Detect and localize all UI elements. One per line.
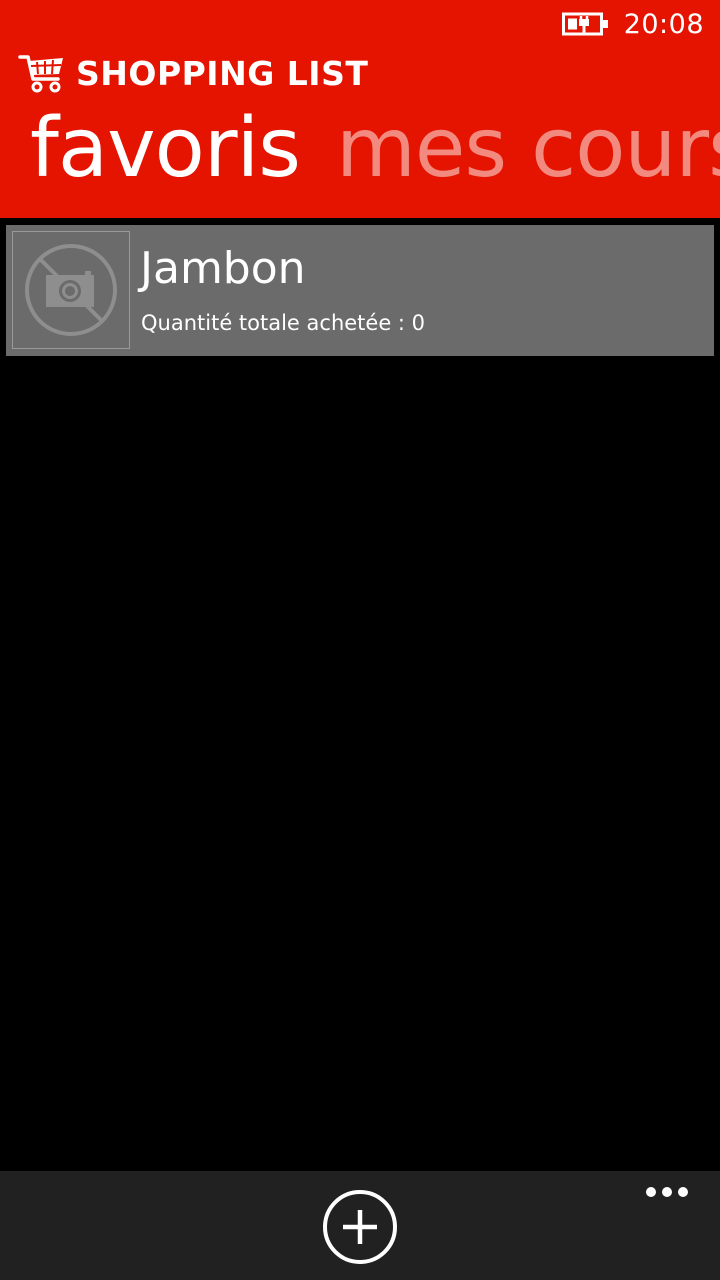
item-name: Jambon bbox=[140, 243, 306, 294]
shopping-cart-icon bbox=[18, 55, 63, 93]
status-bar: 20:08 bbox=[561, 6, 704, 42]
app-title-row: SHOPPING LIST bbox=[18, 52, 368, 94]
more-dot bbox=[678, 1187, 688, 1197]
list-item[interactable]: Jambon Quantité totale achetée : 0 bbox=[6, 225, 714, 356]
more-dot bbox=[662, 1187, 672, 1197]
add-icon bbox=[343, 1210, 377, 1244]
more-dot bbox=[646, 1187, 656, 1197]
app-title: SHOPPING LIST bbox=[76, 53, 369, 93]
battery-charging-icon bbox=[561, 12, 608, 36]
item-thumbnail bbox=[12, 231, 130, 349]
status-time: 20:08 bbox=[623, 8, 704, 40]
no-photo-icon bbox=[25, 244, 117, 336]
more-icon[interactable] bbox=[646, 1187, 688, 1197]
add-button[interactable] bbox=[323, 1190, 397, 1264]
tab-mes-courses[interactable]: mes courses bbox=[336, 100, 720, 198]
screen: 20:08 SHOPPING LIST favoris mes courses bbox=[0, 0, 720, 1280]
app-bar bbox=[0, 1171, 720, 1280]
favorites-list: Jambon Quantité totale achetée : 0 bbox=[6, 225, 714, 356]
item-quantity: Quantité totale achetée : 0 bbox=[141, 311, 426, 335]
pivot-header: favoris mes courses bbox=[30, 100, 720, 198]
header: 20:08 SHOPPING LIST favoris mes courses bbox=[0, 0, 720, 218]
tab-favoris[interactable]: favoris bbox=[30, 100, 301, 198]
